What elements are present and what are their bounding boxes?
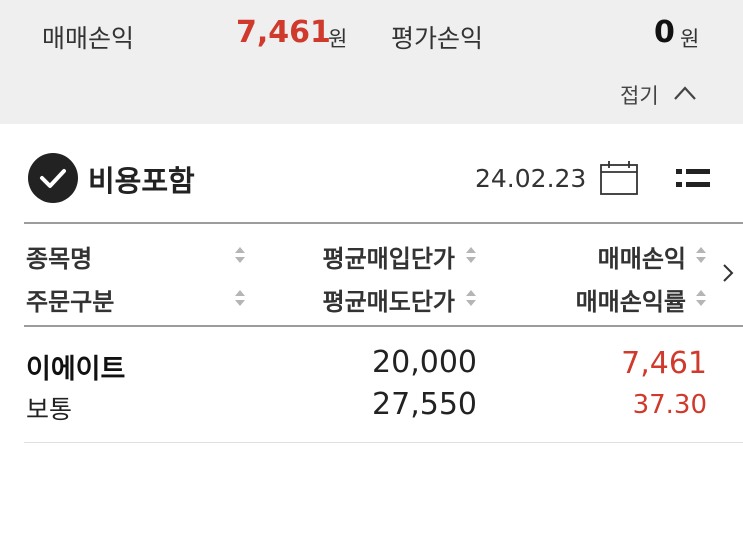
cost-include-label[interactable]: 비용포함 [88,158,195,200]
trade-pl-unit: 원 [328,27,348,51]
sort-icon[interactable] [233,288,247,308]
sort-icon[interactable] [233,245,247,265]
trade-pl-cell: 7,461 [621,346,707,381]
chevron-right-icon[interactable] [720,260,736,286]
stock-name: 이에이트 [26,354,126,385]
trade-pl-label: 매매손익 [42,24,135,53]
sort-icon[interactable] [464,245,478,265]
date-value[interactable]: 24.02.23 [475,164,586,193]
fold-button[interactable]: 접기 [620,80,659,110]
eval-pl-unit: 원 [680,27,700,51]
avg-buy-price: 20,000 [372,345,477,380]
eval-pl-value: 0 [654,15,675,50]
header-trade-pl[interactable]: 매매손익 [598,239,686,274]
order-type: 보통 [26,395,73,424]
table-row[interactable]: 이에이트 보통 20,000 27,550 7,461 37.30 [24,325,743,443]
cost-include-checkbox[interactable] [28,153,78,203]
header-trade-pl-rate[interactable]: 매매손익률 [576,282,686,317]
list-icon[interactable] [675,166,711,192]
avg-sell-price: 27,550 [372,387,477,422]
filter-toolbar: 비용포함 24.02.23 [0,124,743,222]
header-order-type[interactable]: 주문구분 [26,282,114,317]
sort-icon[interactable] [694,245,708,265]
calendar-icon[interactable] [598,159,640,197]
eval-pl-label: 평가손익 [391,24,484,53]
trade-pl-rate-cell: 37.30 [632,390,707,420]
summary-panel: 매매손익 7,461 원 평가손익 0 원 접기 [0,0,743,124]
header-avg-sell-price[interactable]: 평균매도단가 [323,282,455,317]
header-avg-buy-price[interactable]: 평균매입단가 [323,239,455,274]
chevron-up-icon[interactable] [672,84,698,102]
checkmark-icon [40,169,66,188]
header-stock-name[interactable]: 종목명 [26,239,92,274]
sort-icon[interactable] [464,288,478,308]
trade-pl-value: 7,461 [236,15,331,50]
table-header: 종목명 주문구분 평균매입단가 평균매도단가 매매손익 매매손익률 [24,222,743,327]
sort-icon[interactable] [694,288,708,308]
